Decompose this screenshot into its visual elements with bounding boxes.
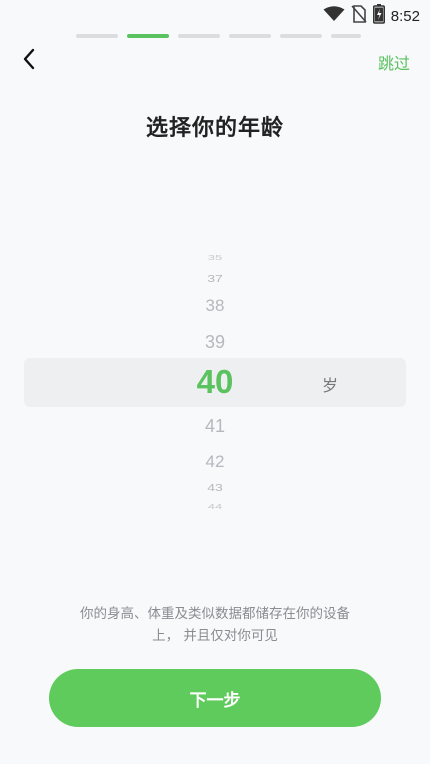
onboarding-progress bbox=[76, 34, 361, 38]
next-step-button[interactable]: 下一步 bbox=[49, 669, 381, 727]
picker-selected-value[interactable]: 40 bbox=[0, 365, 430, 398]
picker-item-43[interactable]: 43 bbox=[0, 482, 430, 493]
back-button[interactable] bbox=[14, 46, 44, 76]
progress-step-4 bbox=[229, 34, 271, 38]
picker-unit-label: 岁 bbox=[322, 376, 339, 395]
picker-item-44[interactable]: 44 bbox=[0, 503, 430, 510]
status-icons: 8:52 bbox=[323, 4, 420, 28]
battery-icon bbox=[372, 4, 385, 28]
page-title: 选择你的年龄 bbox=[145, 116, 284, 141]
status-bar: 8:52 bbox=[0, 0, 430, 30]
picker-item-41[interactable]: 41 bbox=[0, 417, 430, 435]
picker-item-37[interactable]: 37 bbox=[0, 273, 430, 284]
picker-item-42[interactable]: 42 bbox=[0, 453, 430, 470]
age-picker[interactable]: 35 37 38 39 40 41 42 43 44 岁 bbox=[0, 245, 430, 515]
progress-step-2 bbox=[127, 34, 169, 38]
picker-item-35[interactable]: 35 bbox=[0, 254, 430, 261]
progress-step-1 bbox=[76, 34, 118, 38]
progress-step-3 bbox=[178, 34, 220, 38]
picker-item-39[interactable]: 39 bbox=[0, 333, 430, 351]
chevron-left-icon bbox=[22, 48, 36, 74]
picker-item-38[interactable]: 38 bbox=[0, 297, 430, 314]
skip-button[interactable]: 跳过 bbox=[378, 50, 410, 74]
no-sim-icon bbox=[351, 5, 367, 27]
progress-step-6 bbox=[331, 34, 361, 38]
progress-step-5 bbox=[280, 34, 322, 38]
status-time: 8:52 bbox=[390, 7, 420, 25]
privacy-note: 你的身高、体重及类似数据都储存在你的设备上， 并且仅对你可见 bbox=[80, 606, 350, 644]
wifi-icon bbox=[323, 6, 345, 26]
